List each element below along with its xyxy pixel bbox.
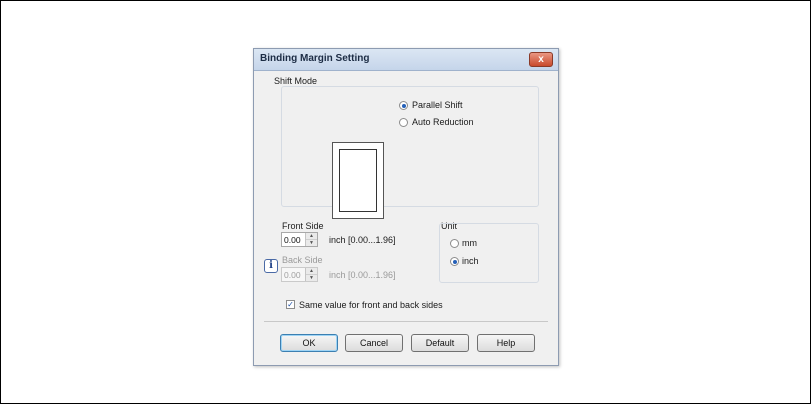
front-side-spin-buttons: ▲ ▼ <box>305 233 317 246</box>
front-side-range: inch [0.00...1.96] <box>329 235 396 245</box>
shift-mode-label: Shift Mode <box>274 76 318 86</box>
shift-mode-group: Parallel Shift Auto Reduction <box>281 86 539 219</box>
parallel-shift-radio[interactable] <box>399 101 408 110</box>
front-side-up-arrow-icon[interactable]: ▲ <box>306 233 317 240</box>
checkmark-icon: ✓ <box>287 300 294 309</box>
unit-mm-label: mm <box>462 238 477 248</box>
unit-inch-label: inch <box>462 256 479 266</box>
front-side-label: Front Side <box>282 221 324 231</box>
parallel-shift-label: Parallel Shift <box>412 100 463 110</box>
same-value-label: Same value for front and back sides <box>299 300 443 310</box>
back-side-spinner[interactable]: 0.00 ▲ ▼ <box>281 267 318 282</box>
unit-mm-radio[interactable] <box>450 239 459 248</box>
back-side-down-arrow-icon[interactable]: ▼ <box>306 275 317 281</box>
same-value-checkbox[interactable]: ✓ <box>286 300 295 309</box>
back-side-label: Back Side <box>282 255 323 265</box>
unit-group: mm inch <box>439 223 539 283</box>
help-button[interactable]: Help <box>477 334 535 352</box>
back-side-up-arrow-icon[interactable]: ▲ <box>306 268 317 275</box>
front-side-spinner[interactable]: 0.00 ▲ ▼ <box>281 232 318 247</box>
binding-margin-dialog: Binding Margin Setting x Shift Mode Para… <box>253 48 559 366</box>
close-button[interactable]: x <box>529 52 553 67</box>
page-preview <box>332 142 384 219</box>
back-side-spin-buttons: ▲ ▼ <box>305 268 317 281</box>
unit-inch-radio[interactable] <box>450 257 459 266</box>
back-side-value[interactable]: 0.00 <box>284 270 301 280</box>
cancel-button[interactable]: Cancel <box>345 334 403 352</box>
auto-reduction-radio[interactable] <box>399 118 408 127</box>
default-button[interactable]: Default <box>411 334 469 352</box>
auto-reduction-label: Auto Reduction <box>412 117 474 127</box>
close-icon: x <box>538 54 544 65</box>
back-side-range: inch [0.00...1.96] <box>329 270 396 280</box>
page-preview-margin <box>339 149 377 212</box>
ok-button[interactable]: OK <box>280 334 338 352</box>
title-bar: Binding Margin Setting x <box>254 49 558 71</box>
dialog-title: Binding Margin Setting <box>260 53 370 64</box>
button-separator <box>264 321 548 322</box>
front-side-value[interactable]: 0.00 <box>284 235 301 245</box>
front-side-down-arrow-icon[interactable]: ▼ <box>306 240 317 246</box>
info-icon[interactable]: i <box>264 259 278 273</box>
